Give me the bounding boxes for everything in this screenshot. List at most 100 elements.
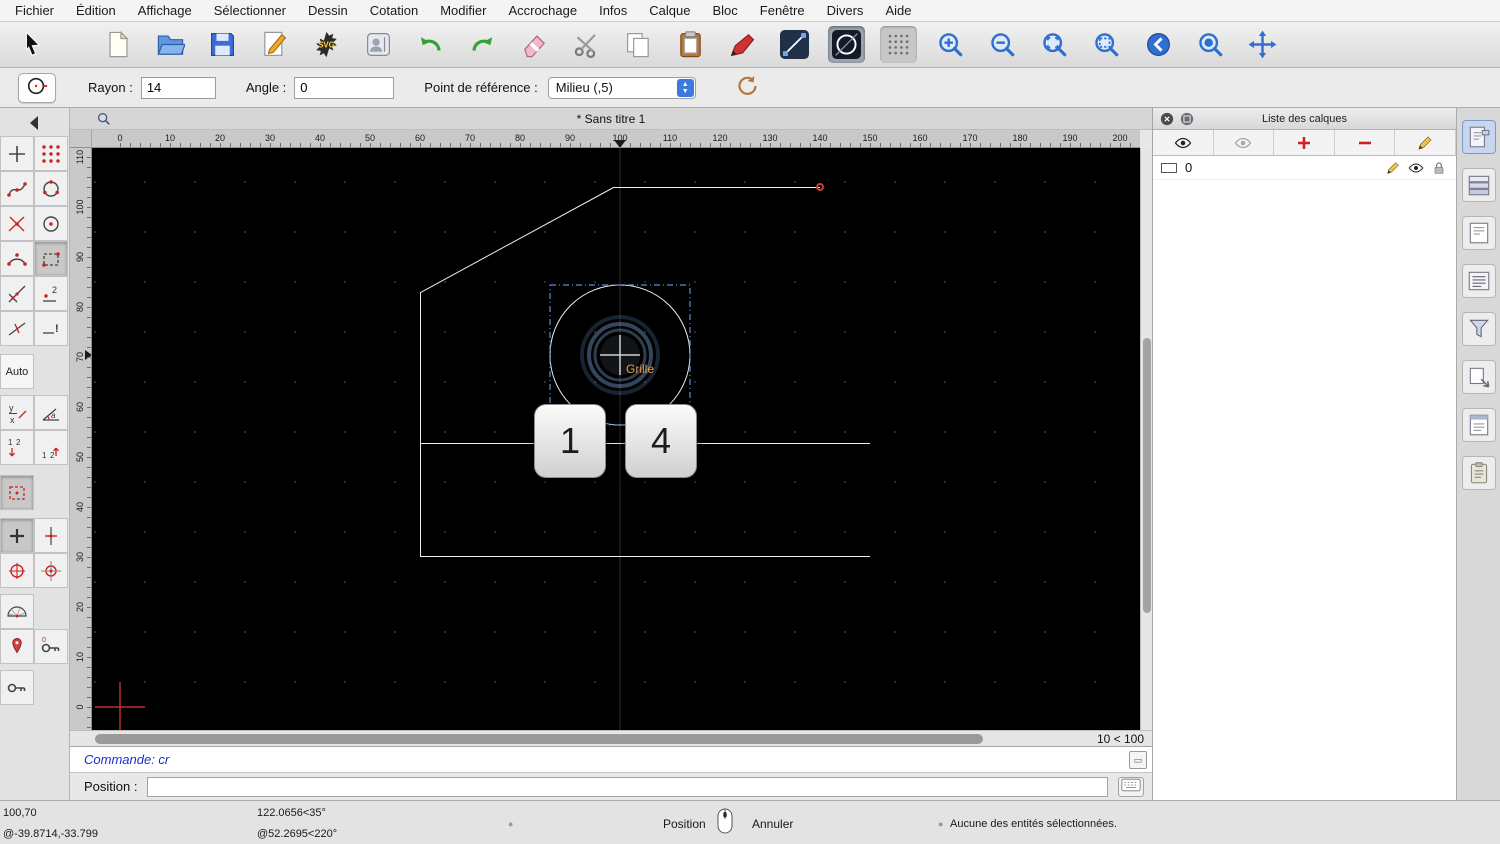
menu-dessin[interactable]: Dessin: [308, 3, 348, 18]
menu-fenetre[interactable]: Fenêtre: [760, 3, 805, 18]
edit-layer-icon[interactable]: [1384, 159, 1402, 177]
line-style-icon[interactable]: [776, 26, 813, 63]
tool-spline-points[interactable]: [0, 171, 34, 206]
tool-coord-yx[interactable]: yx: [0, 395, 34, 430]
show-all-eye-icon[interactable]: [1153, 130, 1214, 155]
menu-accrochage[interactable]: Accrochage: [508, 3, 577, 18]
tool-arc-3pt[interactable]: [0, 241, 34, 276]
menu-aide[interactable]: Aide: [885, 3, 911, 18]
radius-input[interactable]: [140, 76, 216, 99]
tool-line-exclaim[interactable]: !: [34, 311, 68, 346]
tool-line-slash[interactable]: [0, 311, 34, 346]
expand-command-button[interactable]: ▭: [1129, 751, 1147, 769]
panel-list-icon[interactable]: [1461, 264, 1496, 298]
menu-divers[interactable]: Divers: [827, 3, 864, 18]
tool-snap-circle-cross[interactable]: [0, 553, 34, 588]
collapse-panel-button[interactable]: [1180, 112, 1194, 126]
svg-export-icon[interactable]: SVG: [308, 26, 345, 63]
layer-visible-icon[interactable]: [1407, 159, 1425, 177]
edit-doc-icon[interactable]: [256, 26, 293, 63]
menu-modifier[interactable]: Modifier: [440, 3, 486, 18]
angle-input[interactable]: [294, 76, 395, 99]
tool-circle-3pt[interactable]: [34, 171, 68, 206]
panel-filter-icon[interactable]: [1461, 312, 1496, 346]
panel-clipboard-icon[interactable]: [1461, 456, 1496, 490]
zoom-fit-icon[interactable]: [1036, 26, 1073, 63]
tool-plus-bold[interactable]: [0, 518, 34, 553]
panel-reference-icon[interactable]: [1461, 360, 1496, 394]
tool-point-cross[interactable]: [0, 136, 34, 171]
menu-edition[interactable]: Édition: [76, 3, 116, 18]
panel-structure-icon[interactable]: [1461, 168, 1496, 202]
zoom-back-icon[interactable]: [1140, 26, 1177, 63]
panel-sheet-icon[interactable]: [1461, 216, 1496, 250]
edit-layer-icon[interactable]: [1395, 130, 1456, 155]
zoom-out-icon[interactable]: [984, 26, 1021, 63]
open-folder-icon[interactable]: [152, 26, 189, 63]
menu-fichier[interactable]: Fichier: [15, 3, 54, 18]
keypad-button[interactable]: [1118, 776, 1144, 797]
rotate-reset-button[interactable]: [732, 73, 762, 103]
new-file-icon[interactable]: [100, 26, 137, 63]
menu-calque[interactable]: Calque: [649, 3, 690, 18]
position-input[interactable]: [147, 776, 1108, 797]
command-line[interactable]: Commande: cr ▭: [70, 746, 1152, 772]
menu-affichage[interactable]: Affichage: [138, 3, 192, 18]
menu-selectionner[interactable]: Sélectionner: [214, 3, 286, 18]
close-panel-button[interactable]: [1160, 112, 1174, 126]
paste-icon[interactable]: [672, 26, 709, 63]
scissors-icon[interactable]: [568, 26, 605, 63]
tool-key-0[interactable]: 0: [34, 629, 68, 664]
tool-point-2[interactable]: 2: [34, 276, 68, 311]
auto-button[interactable]: Auto: [0, 354, 34, 389]
save-icon[interactable]: [204, 26, 241, 63]
cursor-icon[interactable]: [14, 26, 51, 63]
tool-protractor[interactable]: [0, 594, 34, 629]
tool-key-plain[interactable]: [0, 670, 34, 705]
tool-point-grid[interactable]: [34, 136, 68, 171]
tool-rect-2pt[interactable]: [34, 241, 68, 276]
pan-icon[interactable]: [1244, 26, 1281, 63]
active-tool-button[interactable]: [18, 72, 56, 103]
menu-infos[interactable]: Infos: [599, 3, 627, 18]
tool-snap-vertical[interactable]: [34, 518, 68, 553]
grid-toggle-icon[interactable]: [880, 26, 917, 63]
copy-icon[interactable]: [620, 26, 657, 63]
layer-color-swatch[interactable]: [1161, 162, 1177, 173]
eraser-icon[interactable]: [516, 26, 553, 63]
zoom-selected-icon[interactable]: [1192, 26, 1229, 63]
panel-report-icon[interactable]: [1461, 408, 1496, 442]
redo-icon[interactable]: [464, 26, 501, 63]
tool-circle-center[interactable]: [34, 206, 68, 241]
horizontal-scrollbar-thumb[interactable]: [95, 734, 983, 744]
vertical-scrollbar-thumb[interactable]: [1143, 338, 1151, 613]
layer-row[interactable]: 0: [1153, 156, 1456, 180]
tool-cross-red[interactable]: [0, 206, 34, 241]
tool-collapse-arrow[interactable]: [18, 110, 52, 136]
drawing-canvas[interactable]: Grille 1 4: [92, 148, 1140, 730]
delete-layer-icon[interactable]: [1335, 130, 1396, 155]
tool-red-dash-rect[interactable]: [0, 475, 34, 510]
svg-text:2: 2: [16, 438, 21, 447]
menu-cotation[interactable]: Cotation: [370, 3, 418, 18]
layer-lock-icon[interactable]: [1430, 159, 1448, 177]
tool-snap-pin[interactable]: [0, 629, 34, 664]
horizontal-scrollbar[interactable]: [92, 731, 1082, 747]
tool-ord-down[interactable]: 12: [0, 430, 34, 465]
circle-tool-icon[interactable]: [828, 26, 865, 63]
tool-lines-angle[interactable]: [0, 276, 34, 311]
contacts-icon[interactable]: [360, 26, 397, 63]
hide-all-eye-icon[interactable]: [1214, 130, 1275, 155]
vertical-scrollbar[interactable]: [1140, 148, 1152, 730]
tool-snap-circle-plus[interactable]: [34, 553, 68, 588]
zoom-in-icon[interactable]: [932, 26, 969, 63]
undo-icon[interactable]: [412, 26, 449, 63]
zoom-window-icon[interactable]: [1088, 26, 1125, 63]
panel-properties-icon[interactable]: [1461, 120, 1496, 154]
tool-ord-up[interactable]: 12: [34, 430, 68, 465]
tool-angle-a[interactable]: a: [34, 395, 68, 430]
add-layer-icon[interactable]: [1274, 130, 1335, 155]
reference-point-select[interactable]: Milieu (,5) ▲ ▼: [547, 76, 696, 99]
red-pen-icon[interactable]: [724, 26, 761, 63]
menu-bloc[interactable]: Bloc: [712, 3, 737, 18]
